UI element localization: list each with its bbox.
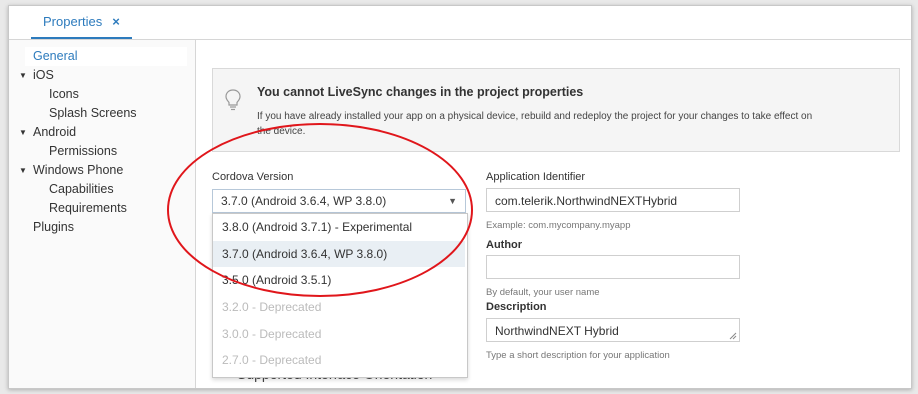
sidebar-item-label: Icons bbox=[49, 87, 79, 101]
author-label: Author bbox=[486, 239, 523, 251]
dropdown-arrow-icon: ▼ bbox=[448, 196, 457, 206]
sidebar: General ▼ iOS Icons Splash Screens ▼ And… bbox=[9, 40, 196, 388]
sidebar-item-android[interactable]: ▼ Android bbox=[9, 123, 195, 142]
sidebar-item-windows-phone[interactable]: ▼ Windows Phone bbox=[9, 161, 195, 180]
main-panel: You cannot LiveSync changes in the proje… bbox=[196, 40, 911, 388]
sidebar-item-permissions[interactable]: Permissions bbox=[9, 142, 195, 161]
resize-handle-icon[interactable] bbox=[729, 332, 737, 340]
notice-text: If you have already installed your app o… bbox=[257, 111, 813, 137]
sidebar-item-splash-screens[interactable]: Splash Screens bbox=[9, 104, 195, 123]
sidebar-item-icons[interactable]: Icons bbox=[9, 85, 195, 104]
sidebar-item-label: General bbox=[33, 49, 78, 63]
app-identifier-input[interactable]: com.telerik.NorthwindNEXTHybrid bbox=[486, 188, 740, 212]
cordova-version-select[interactable]: 3.7.0 (Android 3.6.4, WP 3.8.0) ▼ bbox=[212, 189, 466, 213]
dropdown-option-selected[interactable]: 3.7.0 (Android 3.6.4, WP 3.8.0) bbox=[213, 241, 465, 267]
app-identifier-hint: Example: com.mycompany.myapp bbox=[486, 220, 631, 231]
tab-label: Properties bbox=[43, 14, 103, 29]
cordova-version-label: Cordova Version bbox=[212, 171, 294, 183]
livesync-notice: You cannot LiveSync changes in the proje… bbox=[212, 68, 900, 152]
description-textarea[interactable]: NorthwindNEXT Hybrid bbox=[486, 318, 740, 342]
description-hint: Type a short description for your applic… bbox=[486, 350, 670, 361]
sidebar-item-ios[interactable]: ▼ iOS bbox=[9, 66, 195, 85]
description-label: Description bbox=[486, 301, 547, 313]
sidebar-item-general[interactable]: General bbox=[25, 47, 187, 66]
dropdown-option-disabled: 3.0.0 - Deprecated bbox=[222, 327, 322, 341]
cordova-version-dropdown: 3.8.0 (Android 3.7.1) - Experimental 3.7… bbox=[212, 213, 468, 378]
close-icon[interactable]: × bbox=[112, 14, 120, 29]
sidebar-item-label: Capabilities bbox=[49, 182, 114, 196]
dropdown-option[interactable]: 3.5.0 (Android 3.5.1) bbox=[213, 267, 465, 293]
tab-bar: Properties × bbox=[9, 6, 911, 40]
sidebar-item-label: Android bbox=[33, 125, 77, 139]
cordova-selected-value: 3.7.0 (Android 3.6.4, WP 3.8.0) bbox=[221, 194, 387, 208]
sidebar-item-label: Plugins bbox=[33, 220, 74, 234]
sidebar-item-label: iOS bbox=[33, 68, 54, 82]
properties-window: Properties × General ▼ iOS Icons Splash … bbox=[8, 5, 912, 389]
caret-down-icon: ▼ bbox=[19, 71, 27, 80]
notice-title: You cannot LiveSync changes in the proje… bbox=[257, 85, 584, 99]
caret-down-icon: ▼ bbox=[19, 166, 27, 175]
lightbulb-icon bbox=[225, 89, 241, 111]
dropdown-option-disabled: 2.7.0 - Deprecated bbox=[222, 353, 322, 367]
sidebar-item-capabilities[interactable]: Capabilities bbox=[9, 180, 195, 199]
dropdown-option[interactable]: 3.8.0 (Android 3.7.1) - Experimental bbox=[213, 214, 465, 240]
author-input[interactable] bbox=[486, 255, 740, 279]
sidebar-item-requirements[interactable]: Requirements bbox=[9, 199, 195, 218]
tab-properties[interactable]: Properties × bbox=[31, 6, 132, 39]
app-identifier-label: Application Identifier bbox=[486, 171, 586, 183]
sidebar-item-label: Windows Phone bbox=[33, 163, 124, 177]
caret-down-icon: ▼ bbox=[19, 128, 27, 137]
sidebar-item-label: Permissions bbox=[49, 144, 118, 158]
sidebar-item-plugins[interactable]: Plugins bbox=[9, 218, 195, 237]
sidebar-item-label: Splash Screens bbox=[49, 106, 137, 120]
dropdown-option-disabled: 3.2.0 - Deprecated bbox=[222, 300, 322, 314]
sidebar-item-label: Requirements bbox=[49, 201, 127, 215]
author-hint: By default, your user name bbox=[486, 287, 600, 298]
